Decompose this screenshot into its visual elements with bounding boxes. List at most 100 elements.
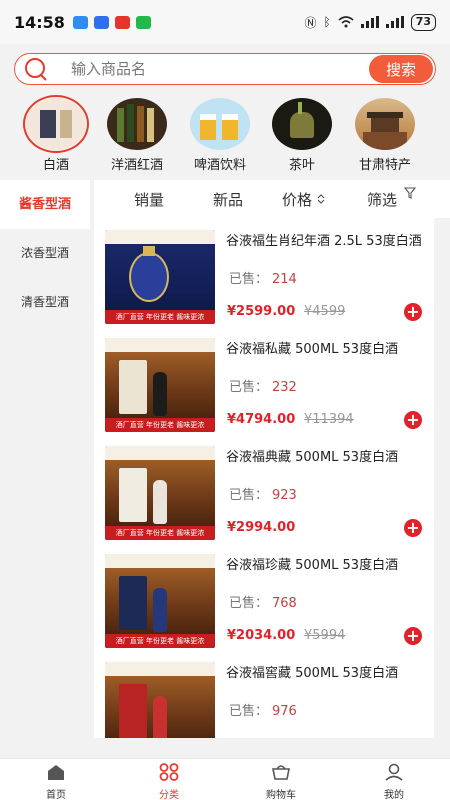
tab-profile[interactable]: 我的 bbox=[364, 763, 424, 800]
category-label: 白酒 bbox=[42, 158, 69, 173]
battery-indicator: 73 bbox=[410, 13, 436, 31]
search-icon bbox=[25, 58, 47, 81]
product-image: 酒厂直营 年份更老 酱味更浓 bbox=[105, 446, 215, 540]
product-price: ¥2034.00 bbox=[227, 628, 296, 643]
tab-category[interactable]: 分类 bbox=[139, 763, 199, 800]
status-time: 14:58 bbox=[14, 12, 65, 32]
product-box-shape bbox=[119, 468, 147, 522]
product-bottle-shape bbox=[153, 480, 167, 524]
category-tea[interactable]: 茶叶 bbox=[262, 98, 342, 173]
product-box-shape bbox=[119, 576, 147, 630]
category-baijiu-image bbox=[23, 95, 89, 153]
category-row: 白酒 洋酒红酒 啤酒饮料 茶叶 甘肃特产 bbox=[0, 95, 450, 173]
tab-label: 首页 bbox=[46, 790, 66, 800]
product-bottle-shape bbox=[153, 372, 167, 416]
tab-label: 我的 bbox=[384, 790, 404, 800]
search-button[interactable]: 搜索 bbox=[369, 55, 433, 83]
product-title[interactable]: 谷液福珍藏 500ML 53度白酒 bbox=[226, 554, 434, 573]
category-label: 茶叶 bbox=[288, 158, 315, 173]
sold-label: 已售： bbox=[229, 488, 269, 503]
sold-count: 232 bbox=[272, 380, 297, 395]
sort-bar: 销量 新品 价格 筛选 bbox=[94, 180, 450, 218]
product-image: 酒厂直营 年份更老 酱味更浓 bbox=[105, 230, 215, 324]
product-sold: 已售： 214 bbox=[229, 268, 297, 287]
filter-icon bbox=[403, 187, 416, 199]
user-icon bbox=[385, 763, 403, 781]
sold-count: 976 bbox=[272, 704, 297, 719]
category-tea-image bbox=[272, 98, 332, 150]
category-baijiu[interactable]: 白酒 bbox=[16, 95, 96, 173]
product-card[interactable]: 酒厂直营 年份更老 酱味更浓 谷液福珍藏 500ML 53度白酒 已售： 768 … bbox=[94, 542, 434, 650]
product-original-price: ¥11394 bbox=[304, 412, 354, 427]
sort-filter-label: 筛选 bbox=[367, 191, 398, 209]
product-image-banner: 酒厂直营 年份更老 酱味更浓 bbox=[105, 310, 215, 324]
tab-cart[interactable]: 购物车 bbox=[251, 763, 311, 800]
product-bottle-shape bbox=[153, 588, 167, 632]
product-sold: 已售： 923 bbox=[229, 484, 297, 503]
product-image-slogan bbox=[205, 482, 207, 493]
category-grid-icon bbox=[159, 763, 179, 781]
sort-price[interactable]: 价格 bbox=[282, 189, 325, 210]
bottom-tab-bar: 首页 分类 购物车 我的 bbox=[0, 758, 450, 800]
product-sold: 已售： 768 bbox=[229, 592, 297, 611]
product-original-price: ¥5994 bbox=[304, 628, 346, 643]
side-menu: 酱香型酒 浓香型酒 清香型酒 bbox=[0, 180, 90, 758]
side-item-jiangxiang[interactable]: 酱香型酒 bbox=[0, 180, 90, 229]
add-to-cart-button[interactable]: + bbox=[404, 303, 422, 321]
product-original-price: ¥4599 bbox=[304, 304, 346, 319]
product-price: ¥2994.00 bbox=[227, 520, 296, 535]
product-title[interactable]: 谷液福生肖纪年酒 2.5L 53度白酒 bbox=[226, 230, 434, 249]
search-input[interactable] bbox=[71, 60, 369, 78]
category-beer-image bbox=[190, 98, 250, 150]
sort-arrows-icon bbox=[317, 194, 325, 204]
tab-home[interactable]: 首页 bbox=[26, 763, 86, 800]
product-image-header bbox=[105, 554, 215, 568]
add-to-cart-button[interactable]: + bbox=[404, 519, 422, 537]
home-icon bbox=[48, 765, 64, 780]
product-card[interactable]: 酒厂直营 年份更老 酱味更浓 谷液福典藏 500ML 53度白酒 已售： 923 … bbox=[94, 434, 434, 542]
product-image-slogan bbox=[205, 266, 207, 277]
sort-filter[interactable]: 筛选 bbox=[367, 187, 416, 210]
side-item-qingxiang[interactable]: 清香型酒 bbox=[0, 278, 90, 327]
product-title[interactable]: 谷液福窖藏 500ML 53度白酒 bbox=[226, 662, 434, 681]
product-price: ¥4794.00 bbox=[227, 412, 296, 427]
tab-label: 分类 bbox=[159, 790, 179, 800]
video-notification-icon bbox=[114, 15, 130, 29]
sold-count: 923 bbox=[272, 488, 297, 503]
sort-new[interactable]: 新品 bbox=[213, 189, 243, 210]
add-to-cart-button[interactable]: + bbox=[404, 411, 422, 429]
product-sold: 已售： 976 bbox=[229, 700, 297, 719]
category-label: 啤酒饮料 bbox=[193, 158, 246, 173]
status-bar: 14:58 Ⓝ ᛒ 73 bbox=[0, 0, 450, 44]
product-card[interactable]: 酒厂直营 年份更老 酱味更浓 谷液福生肖纪年酒 2.5L 53度白酒 已售： 21… bbox=[94, 218, 434, 326]
message-notification-icon bbox=[72, 15, 88, 29]
sort-sales[interactable]: 销量 bbox=[134, 189, 164, 210]
wechat-notification-icon bbox=[135, 15, 151, 29]
product-card[interactable]: 酒厂直营 年份更老 酱味更浓 谷液福私藏 500ML 53度白酒 已售： 232 … bbox=[94, 326, 434, 434]
signal-icon-2 bbox=[385, 16, 404, 28]
product-image: 酒厂直营 年份更老 酱味更浓 bbox=[105, 662, 215, 738]
product-bottle-shape bbox=[129, 252, 169, 302]
product-image-slogan bbox=[205, 590, 207, 601]
product-title[interactable]: 谷液福私藏 500ML 53度白酒 bbox=[226, 338, 434, 357]
product-title[interactable]: 谷液福典藏 500ML 53度白酒 bbox=[226, 446, 434, 465]
product-image-header bbox=[105, 230, 215, 244]
category-gansu[interactable]: 甘肃特产 bbox=[345, 98, 425, 173]
sort-price-label: 价格 bbox=[282, 191, 313, 209]
sold-label: 已售： bbox=[229, 272, 269, 287]
sold-count: 214 bbox=[272, 272, 297, 287]
category-wine-image bbox=[107, 98, 167, 150]
side-item-nongxiang[interactable]: 浓香型酒 bbox=[0, 229, 90, 278]
product-card[interactable]: 酒厂直营 年份更老 酱味更浓 谷液福窖藏 500ML 53度白酒 已售：976 bbox=[94, 650, 434, 738]
sold-label: 已售： bbox=[229, 596, 269, 611]
sold-count: 768 bbox=[272, 596, 297, 611]
product-box-shape bbox=[119, 684, 147, 738]
product-box-shape bbox=[119, 360, 147, 414]
product-image: 酒厂直营 年份更老 酱味更浓 bbox=[105, 554, 215, 648]
add-to-cart-button[interactable]: + bbox=[404, 627, 422, 645]
product-sold: 已售： 232 bbox=[229, 376, 297, 395]
category-beer[interactable]: 啤酒饮料 bbox=[180, 98, 260, 173]
nfc-icon: Ⓝ bbox=[304, 15, 317, 30]
category-wine[interactable]: 洋酒红酒 bbox=[97, 98, 177, 173]
sold-label: 已售： bbox=[229, 380, 269, 395]
